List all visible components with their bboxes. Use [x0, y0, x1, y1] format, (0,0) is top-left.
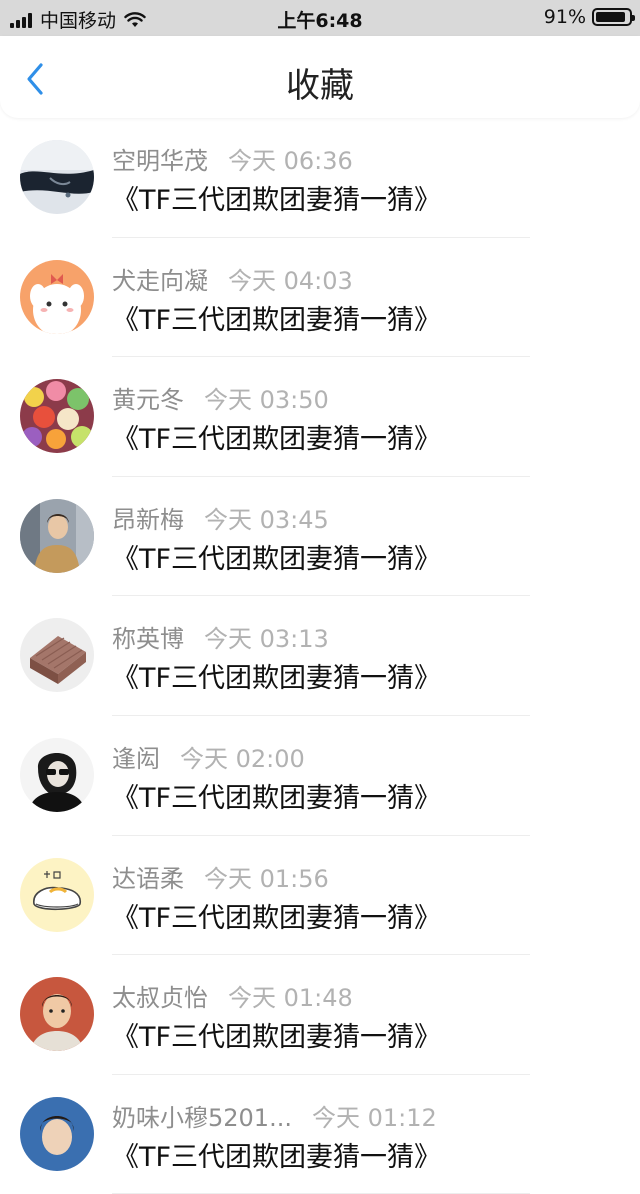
user-name: 称英博 [112, 625, 184, 654]
favorite-content: 《TF三代团欺团妻猜一猜》 [112, 1022, 442, 1054]
timestamp: 今天 01:12 [311, 1103, 437, 1132]
avatar[interactable] [20, 140, 94, 214]
avatar-image-boy [20, 977, 94, 1052]
user-name: 犬走向凝 [112, 266, 208, 295]
nav-bar: 收藏 [0, 36, 640, 118]
list-item[interactable]: 太叔贞怡 今天 01:48 《TF三代团欺团妻猜一猜》 [0, 955, 640, 1075]
list-item[interactable]: 空明华茂 今天 06:36 《TF三代团欺团妻猜一猜》 [0, 118, 640, 238]
avatar-image-cartoon-dog [20, 259, 94, 334]
list-item[interactable]: 奶味小穆5201... 今天 01:12 《TF三代团欺团妻猜一猜》 [0, 1075, 640, 1194]
avatar-image-person-sunglasses [20, 737, 94, 812]
timestamp: 今天 03:50 [204, 386, 329, 415]
list-item[interactable]: 昂新梅 今天 03:45 《TF三代团欺团妻猜一猜》 [0, 477, 640, 597]
battery-percent: 91% [543, 6, 586, 28]
avatar[interactable] [20, 857, 94, 932]
timestamp: 今天 03:45 [204, 505, 329, 534]
status-right: 91% [543, 6, 635, 28]
favorites-list: 空明华茂 今天 06:36 《TF三代团欺团妻猜一猜》 犬走向凝 今天 04:03 … [0, 118, 640, 1194]
favorite-content: 《TF三代团欺团妻猜一猜》 [112, 304, 442, 336]
avatar[interactable] [20, 618, 94, 693]
favorite-content: 《TF三代团欺团妻猜一猜》 [112, 185, 442, 216]
avatar[interactable] [20, 1096, 94, 1171]
avatar-image-bread-doodle [20, 857, 94, 932]
user-name: 昂新梅 [112, 505, 184, 534]
avatar-image-young-man [20, 1096, 94, 1171]
user-name: 空明华茂 [112, 147, 208, 175]
favorite-content: 《TF三代团欺团妻猜一猜》 [112, 1141, 442, 1173]
user-name: 太叔贞怡 [112, 984, 208, 1013]
avatar[interactable] [20, 498, 94, 573]
favorite-content: 《TF三代团欺团妻猜一猜》 [112, 663, 442, 695]
timestamp: 今天 04:03 [228, 266, 353, 295]
list-item[interactable]: 称英博 今天 03:13 《TF三代团欺团妻猜一猜》 [0, 596, 640, 716]
user-name: 逢闳 [112, 744, 160, 773]
timestamp: 今天 01:56 [204, 864, 329, 893]
list-item[interactable]: 犬走向凝 今天 04:03 《TF三代团欺团妻猜一猜》 [0, 238, 640, 358]
user-name: 奶味小穆5201... [112, 1103, 292, 1132]
list-item[interactable]: 达语柔 今天 01:56 《TF三代团欺团妻猜一猜》 [0, 836, 640, 956]
status-bar: 中国移动 上午6:48 91% [0, 0, 640, 36]
favorite-content: 《TF三代团欺团妻猜一猜》 [112, 782, 442, 814]
avatar-image-person-sweater [20, 498, 94, 573]
user-name: 黄元冬 [112, 386, 184, 415]
avatar[interactable] [20, 379, 94, 454]
list-item[interactable]: 逢闳 今天 02:00 《TF三代团欺团妻猜一猜》 [0, 716, 640, 836]
favorite-content: 《TF三代团欺团妻猜一猜》 [112, 424, 442, 456]
user-name: 达语柔 [112, 864, 184, 893]
page-title: 收藏 [286, 66, 354, 106]
timestamp: 今天 01:48 [228, 984, 353, 1013]
battery-icon [592, 8, 635, 26]
timestamp: 今天 06:36 [228, 147, 353, 175]
list-item[interactable]: 黄元冬 今天 03:50 《TF三代团欺团妻猜一猜》 [0, 357, 640, 477]
battery-fill [596, 12, 626, 22]
favorite-content: 《TF三代团欺团妻猜一猜》 [112, 543, 442, 575]
avatar[interactable] [20, 259, 94, 334]
favorite-content: 《TF三代团欺团妻猜一猜》 [112, 902, 442, 934]
avatar-image-water [20, 140, 94, 214]
avatar[interactable] [20, 977, 94, 1052]
avatar-image-candies [20, 379, 94, 454]
timestamp: 今天 03:13 [204, 625, 329, 654]
avatar-image-wafer [20, 618, 94, 693]
timestamp: 今天 02:00 [180, 744, 305, 773]
avatar[interactable] [20, 737, 94, 812]
